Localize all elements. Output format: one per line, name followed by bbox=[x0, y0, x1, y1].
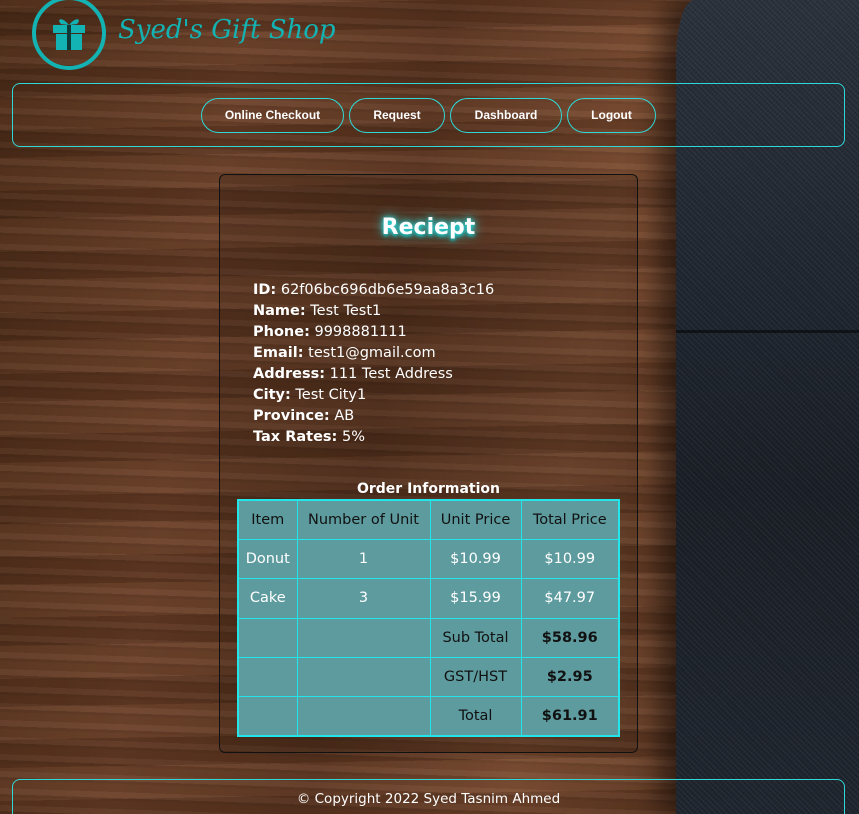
column-header: Unit Price bbox=[429, 499, 522, 540]
order-information-heading: Order Information bbox=[356, 481, 500, 497]
tax-row: GST/HST $2.95 bbox=[237, 657, 620, 698]
main-navigation: Online Checkout Request Dashboard Logout bbox=[12, 83, 845, 147]
brand-logo[interactable]: Syed's Gift Shop bbox=[32, 0, 336, 70]
subtotal-label: Sub Total bbox=[429, 617, 522, 659]
table-cell: Cake bbox=[237, 578, 298, 619]
column-header: Total Price bbox=[520, 499, 620, 540]
receipt-title: Reciept bbox=[381, 215, 476, 240]
total-row: Total $61.91 bbox=[237, 696, 620, 737]
total-label: Total bbox=[429, 696, 522, 737]
table-cell: $10.99 bbox=[520, 538, 620, 580]
brand-name: Syed's Gift Shop bbox=[118, 15, 336, 45]
page-footer: © Copyright 2022 Syed Tasnim Ahmed bbox=[12, 779, 845, 814]
customer-info: ID: 62f06bc696db6e59aa8a3c16 Name: Test … bbox=[253, 280, 494, 448]
info-row-city: City: Test City1 bbox=[253, 387, 367, 403]
table-cell: 1 bbox=[296, 538, 431, 580]
column-header: Number of Unit bbox=[296, 499, 431, 540]
info-row-tax-rates: Tax Rates: 5% bbox=[253, 429, 365, 445]
gift-icon bbox=[32, 0, 106, 70]
empty-cell bbox=[237, 657, 298, 698]
tax-label: GST/HST bbox=[429, 657, 522, 698]
receipt-card: Reciept ID: 62f06bc696db6e59aa8a3c16 Nam… bbox=[219, 174, 638, 753]
table-cell: Donut bbox=[237, 538, 298, 580]
nav-request-button[interactable]: Request bbox=[349, 97, 445, 133]
copyright-text: © Copyright 2022 Syed Tasnim Ahmed bbox=[296, 791, 561, 807]
subtotal-row: Sub Total $58.96 bbox=[237, 617, 620, 659]
table-cell: 3 bbox=[296, 578, 431, 619]
table-row: Donut 1 $10.99 $10.99 bbox=[237, 538, 620, 580]
empty-cell bbox=[296, 696, 431, 737]
empty-cell bbox=[296, 657, 431, 698]
order-table: Item Number of Unit Unit Price Total Pri… bbox=[237, 499, 620, 738]
empty-cell bbox=[296, 617, 431, 659]
subtotal-value: $58.96 bbox=[520, 617, 620, 659]
info-row-phone: Phone: 9998881111 bbox=[253, 324, 407, 340]
table-cell: $47.97 bbox=[520, 578, 620, 619]
table-cell: $15.99 bbox=[429, 578, 522, 619]
tax-value: $2.95 bbox=[520, 657, 620, 698]
info-row-email: Email: test1@gmail.com bbox=[253, 345, 436, 361]
nav-dashboard-button[interactable]: Dashboard bbox=[450, 97, 562, 133]
info-row-id: ID: 62f06bc696db6e59aa8a3c16 bbox=[253, 282, 495, 298]
nav-logout-button[interactable]: Logout bbox=[567, 97, 656, 133]
info-row-address: Address: 111 Test Address bbox=[253, 366, 453, 382]
info-row-name: Name: Test Test1 bbox=[253, 303, 382, 319]
table-cell: $10.99 bbox=[429, 538, 522, 580]
empty-cell bbox=[237, 617, 298, 659]
nav-online-checkout-button[interactable]: Online Checkout bbox=[201, 97, 344, 133]
column-header: Item bbox=[237, 499, 298, 540]
empty-cell bbox=[237, 696, 298, 737]
total-value: $61.91 bbox=[520, 696, 620, 737]
table-row: Cake 3 $15.99 $47.97 bbox=[237, 578, 620, 619]
info-row-province: Province: AB bbox=[253, 408, 355, 424]
table-header-row: Item Number of Unit Unit Price Total Pri… bbox=[237, 499, 620, 540]
